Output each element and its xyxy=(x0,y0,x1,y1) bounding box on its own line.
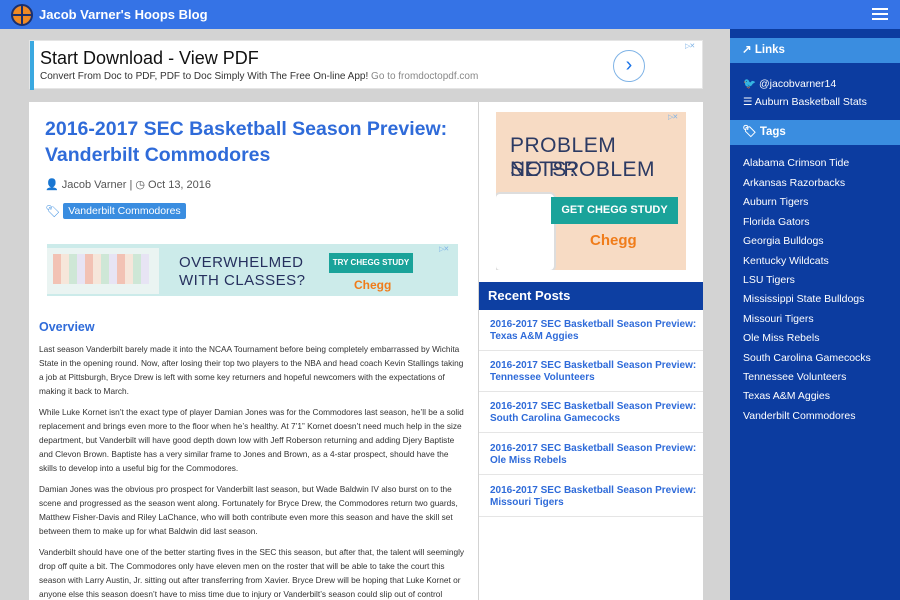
sidebar-tag-link[interactable]: South Carolina Gamecocks xyxy=(743,352,871,364)
chevron-right-icon[interactable]: › xyxy=(613,50,645,82)
post-body: Last season Vanderbilt barely made it in… xyxy=(39,342,467,600)
post-paragraph: While Luke Kornet isn’t the exact type o… xyxy=(39,407,464,473)
recent-post-link[interactable]: 2016-2017 SEC Basketball Season Preview:… xyxy=(479,476,703,517)
sidebar-tag-link[interactable]: LSU Tigers xyxy=(743,274,795,286)
section-heading: Overview xyxy=(39,320,95,334)
basketball-logo-icon[interactable] xyxy=(11,3,33,26)
ad-domain[interactable]: Go to fromdoctopdf.com xyxy=(371,71,478,82)
side-ad-cta-button[interactable]: GET CHEGG STUDY xyxy=(551,197,678,224)
external-link-icon: ↗ xyxy=(742,44,752,56)
sidebar-link-label[interactable]: Auburn Basketball Stats xyxy=(755,96,867,108)
ad-headline[interactable]: Start Download - View PDF xyxy=(40,48,259,69)
adchoices-icon[interactable]: ▷✕ xyxy=(439,245,457,253)
sidebar-tag-link[interactable]: Vanderbilt Commodores xyxy=(743,410,855,422)
sidebar-tag-link[interactable]: Texas A&M Aggies xyxy=(743,390,830,402)
sidebar-tag-link[interactable]: Kentucky Wildcats xyxy=(743,255,829,267)
tag-icon: 🏷 xyxy=(742,126,757,138)
ad-accent-stripe xyxy=(30,41,34,90)
sidebar-tag-link[interactable]: Mississippi State Bulldogs xyxy=(743,293,864,305)
recent-posts-heading: Recent Posts xyxy=(479,282,703,310)
sidebar: ↗ Links 🐦 @jacobvarner14 ☰ Auburn Basket… xyxy=(730,29,900,600)
post-paragraph: Vanderbilt should have one of the better… xyxy=(39,547,465,599)
calendar-illustration xyxy=(47,248,159,294)
sidebar-tag-link[interactable]: Florida Gators xyxy=(743,216,810,228)
tags-heading-label: Tags xyxy=(759,126,786,138)
hamburger-menu-icon[interactable] xyxy=(872,8,888,21)
ad-description-text: Convert From Doc to PDF, PDF to Doc Simp… xyxy=(40,71,369,82)
chegg-banner-ad[interactable]: OVERWHELMED WITH CLASSES? TRY CHEGG STUD… xyxy=(47,244,458,296)
banner-ad-brand: Chegg xyxy=(354,278,392,292)
top-navbar: Jacob Varner's Hoops Blog xyxy=(0,0,900,29)
links-heading-label: Links xyxy=(754,44,785,56)
banner-ad-line2: WITH CLASSES? xyxy=(179,272,306,289)
recent-post-link[interactable]: 2016-2017 SEC Basketball Season Preview:… xyxy=(479,310,703,351)
clock-icon: ◷ xyxy=(135,179,145,191)
post-paragraph: Last season Vanderbilt barely made it in… xyxy=(39,344,464,396)
sidebar-tag-link[interactable]: Auburn Tigers xyxy=(743,196,808,208)
adchoices-icon[interactable]: ▷✕ xyxy=(668,113,686,121)
recent-post-link[interactable]: 2016-2017 SEC Basketball Season Preview:… xyxy=(479,392,703,433)
banner-ad-cta-button[interactable]: TRY CHEGG STUDY xyxy=(329,253,413,273)
sidebar-tag-link[interactable]: Tennessee Volunteers xyxy=(743,371,846,383)
phone-illustration xyxy=(496,192,556,270)
sidebar-link-stats[interactable]: ☰ Auburn Basketball Stats xyxy=(743,96,867,108)
banner-ad-line1: OVERWHELMED xyxy=(179,254,304,271)
site-title[interactable]: Jacob Varner's Hoops Blog xyxy=(39,7,208,22)
sidebar-tag-link[interactable]: Ole Miss Rebels xyxy=(743,332,819,344)
tag-icon: 🏷 xyxy=(45,204,61,218)
post-date: Oct 13, 2016 xyxy=(148,179,212,191)
sidebar-tag-link[interactable]: Missouri Tigers xyxy=(743,313,814,325)
post-title[interactable]: 2016-2017 SEC Basketball Season Preview:… xyxy=(45,116,465,168)
links-heading: ↗ Links xyxy=(730,38,900,63)
right-column: PROBLEM SETS? NO PROBLEM GET CHEGG STUDY… xyxy=(479,102,703,600)
ad-description: Convert From Doc to PDF, PDF to Doc Simp… xyxy=(40,71,478,82)
post-paragraph: Damian Jones was the obvious pro prospec… xyxy=(39,484,458,536)
sidebar-tag-link[interactable]: Arkansas Razorbacks xyxy=(743,177,845,189)
user-icon: 👤 xyxy=(45,179,59,191)
meta-separator: | xyxy=(129,179,133,191)
side-ad-line2: NO PROBLEM xyxy=(510,158,656,181)
tag-pill[interactable]: Vanderbilt Commodores xyxy=(63,203,186,219)
list-icon: ☰ xyxy=(743,96,753,108)
post-tags: 🏷 Vanderbilt Commodores xyxy=(45,203,186,219)
sidebar-tag-link[interactable]: Alabama Crimson Tide xyxy=(743,157,849,169)
post-author: Jacob Varner xyxy=(61,179,127,191)
post-meta: 👤 Jacob Varner | ◷ Oct 13, 2016 xyxy=(45,178,211,191)
sidebar-link-label[interactable]: @jacobvarner14 xyxy=(759,78,836,90)
recent-post-link[interactable]: 2016-2017 SEC Basketball Season Preview:… xyxy=(479,434,703,475)
twitter-icon: 🐦 xyxy=(743,78,757,90)
sidebar-link-twitter[interactable]: 🐦 @jacobvarner14 xyxy=(743,77,836,90)
side-ad-brand: Chegg xyxy=(590,232,637,249)
chegg-side-ad[interactable]: PROBLEM SETS? NO PROBLEM GET CHEGG STUDY… xyxy=(496,112,686,270)
adchoices-icon[interactable]: ▷✕ xyxy=(685,42,703,50)
top-text-ad[interactable]: Start Download - View PDF Convert From D… xyxy=(29,40,703,90)
sidebar-tag-link[interactable]: Georgia Bulldogs xyxy=(743,235,824,247)
tags-heading: 🏷 Tags xyxy=(730,120,900,145)
article-card: 2016-2017 SEC Basketball Season Preview:… xyxy=(29,102,478,600)
recent-post-link[interactable]: 2016-2017 SEC Basketball Season Preview:… xyxy=(479,351,703,392)
